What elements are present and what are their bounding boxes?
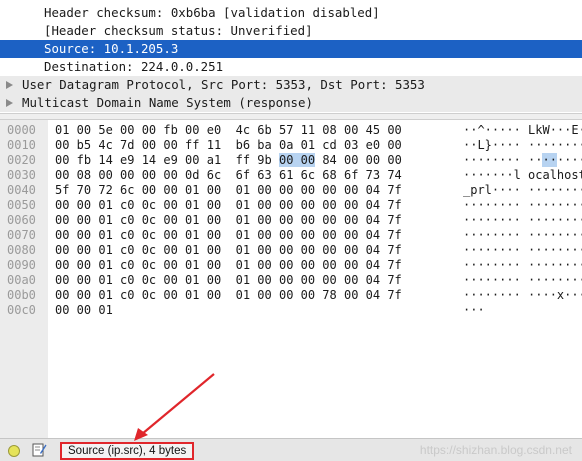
ascii-bytes[interactable]: ········ ········ xyxy=(463,258,582,273)
byte-row[interactable]: 00a0 00 00 01 c0 0c 00 01 00 01 00 00 00… xyxy=(0,273,582,288)
detail-row-header-checksum[interactable]: Header checksum: 0xb6ba [validation disa… xyxy=(0,4,582,22)
detail-text: Header checksum: 0xb6ba [validation disa… xyxy=(44,5,380,20)
detail-row-checksum-status[interactable]: [Header checksum status: Unverified] xyxy=(0,22,582,40)
byte-row[interactable]: 0010 00 b5 4c 7d 00 00 ff 11 b6 ba 0a 01… xyxy=(0,138,582,153)
ascii-bytes[interactable]: ········ ········ xyxy=(463,228,582,243)
hex-bytes[interactable]: 00 08 00 00 00 00 0d 6c 6f 63 61 6c 68 6… xyxy=(55,168,402,183)
ascii-bytes[interactable]: ········ ········ xyxy=(463,213,582,228)
hex-bytes-highlight[interactable]: 00 00 xyxy=(278,153,316,167)
ascii-bytes[interactable]: ········ ········ xyxy=(463,243,582,258)
hex-bytes[interactable]: 00 00 01 c0 0c 00 01 00 01 00 00 00 00 0… xyxy=(55,213,402,228)
byte-row[interactable]: 0060 00 00 01 c0 0c 00 01 00 01 00 00 00… xyxy=(0,213,582,228)
hex-bytes[interactable]: 01 00 5e 00 00 fb 00 e0 4c 6b 57 11 08 0… xyxy=(55,123,402,138)
offset: 00a0 xyxy=(7,273,36,287)
detail-text: User Datagram Protocol, Src Port: 5353, … xyxy=(22,77,425,92)
expand-arrow-icon[interactable] xyxy=(6,81,13,89)
detail-row-udp[interactable]: User Datagram Protocol, Src Port: 5353, … xyxy=(0,76,582,94)
ascii-bytes[interactable]: ········ ····x··· xyxy=(463,288,582,303)
byte-row[interactable]: 0000 01 00 5e 00 00 fb 00 e0 4c 6b 57 11… xyxy=(0,123,582,138)
offset: 0030 xyxy=(7,168,36,182)
detail-text: Source: 10.1.205.3 xyxy=(44,41,179,56)
expand-arrow-icon[interactable] xyxy=(6,99,13,107)
detail-row-mdns[interactable]: Multicast Domain Name System (response) xyxy=(0,94,582,112)
offset: 0080 xyxy=(7,243,36,257)
offset: 0090 xyxy=(7,258,36,272)
hex-bytes[interactable]: 00 b5 4c 7d 00 00 ff 11 b6 ba 0a 01 cd 0… xyxy=(55,138,402,153)
ascii-post: ···· xyxy=(556,153,582,167)
ascii-bytes[interactable]: ··^····· LkW···E· xyxy=(463,123,582,138)
hex-bytes[interactable]: 00 00 01 c0 0c 00 01 00 01 00 00 00 00 0… xyxy=(55,198,402,213)
detail-row-source[interactable]: Source: 10.1.205.3 xyxy=(0,40,582,58)
offset: 0060 xyxy=(7,213,36,227)
ascii-bytes[interactable]: _prl···· ········ xyxy=(463,183,582,198)
hex-bytes[interactable]: 5f 70 72 6c 00 00 01 00 01 00 00 00 00 0… xyxy=(55,183,402,198)
hex-bytes-post: 84 00 00 00 xyxy=(315,153,402,167)
offset: 00c0 xyxy=(7,303,36,317)
hex-bytes[interactable]: 00 00 01 c0 0c 00 01 00 01 00 00 00 00 0… xyxy=(55,273,402,288)
hex-bytes[interactable]: 00 00 01 c0 0c 00 01 00 01 00 00 00 00 0… xyxy=(55,228,402,243)
watermark: https://shizhan.blog.csdn.net xyxy=(419,443,572,457)
byte-row[interactable]: 0090 00 00 01 c0 0c 00 01 00 01 00 00 00… xyxy=(0,258,582,273)
ascii-bytes[interactable]: ·······l ocalhost xyxy=(463,168,582,183)
hex-bytes[interactable]: 00 00 01 c0 0c 00 01 00 01 00 00 00 00 0… xyxy=(55,258,402,273)
detail-text: Multicast Domain Name System (response) xyxy=(22,95,313,110)
byte-row[interactable]: 0030 00 08 00 00 00 00 0d 6c 6f 63 61 6c… xyxy=(0,168,582,183)
packet-details-pane: Header checksum: 0xb6ba [validation disa… xyxy=(0,0,582,114)
ascii-pre: ········ ·· xyxy=(463,153,543,167)
status-bar: Source (ip.src), 4 bytes https://shizhan… xyxy=(0,438,582,461)
ascii-bytes[interactable]: ········ ········ xyxy=(463,198,582,213)
detail-text: Destination: 224.0.0.251 xyxy=(44,59,224,74)
hex-bytes[interactable]: 00 00 01 xyxy=(55,303,113,318)
hex-bytes[interactable]: 00 00 01 c0 0c 00 01 00 01 00 00 00 00 0… xyxy=(55,243,402,258)
ascii-highlight[interactable]: ·· xyxy=(542,153,557,167)
offset: 0020 xyxy=(7,153,36,167)
hex-bytes[interactable]: 00 fb 14 e9 14 e9 00 a1 ff 9b 00 00 84 0… xyxy=(55,153,402,168)
offset: 0040 xyxy=(7,183,36,197)
ascii-bytes[interactable]: ··· xyxy=(463,303,485,318)
hex-bytes[interactable]: 00 00 01 c0 0c 00 01 00 01 00 00 00 78 0… xyxy=(55,288,402,303)
hex-bytes-pre: 00 fb 14 e9 14 e9 00 a1 ff 9b xyxy=(55,153,279,167)
byte-row[interactable]: 00b0 00 00 01 c0 0c 00 01 00 01 00 00 00… xyxy=(0,288,582,303)
byte-row[interactable]: 0020 00 fb 14 e9 14 e9 00 a1 ff 9b 00 00… xyxy=(0,153,582,168)
status-field-info: Source (ip.src), 4 bytes xyxy=(60,442,195,460)
ascii-bytes[interactable]: ········ ········ xyxy=(463,273,582,288)
byte-row[interactable]: 0080 00 00 01 c0 0c 00 01 00 01 00 00 00… xyxy=(0,243,582,258)
edit-comment-icon[interactable] xyxy=(32,442,47,457)
byte-row[interactable]: 00c0 00 00 01 ··· xyxy=(0,303,582,318)
byte-row[interactable]: 0070 00 00 01 c0 0c 00 01 00 01 00 00 00… xyxy=(0,228,582,243)
packet-bytes-pane: 0000 01 00 5e 00 00 fb 00 e0 4c 6b 57 11… xyxy=(0,120,582,438)
offset: 0000 xyxy=(7,123,36,137)
offset: 0050 xyxy=(7,198,36,212)
detail-text: [Header checksum status: Unverified] xyxy=(44,23,313,38)
expert-info-led-icon[interactable] xyxy=(8,445,20,457)
detail-row-destination[interactable]: Destination: 224.0.0.251 xyxy=(0,58,582,76)
offset: 00b0 xyxy=(7,288,36,302)
ascii-bytes[interactable]: ········ ········ xyxy=(463,153,582,168)
ascii-bytes[interactable]: ··L}···· ········ xyxy=(463,138,582,153)
byte-row[interactable]: 0040 5f 70 72 6c 00 00 01 00 01 00 00 00… xyxy=(0,183,582,198)
offset: 0010 xyxy=(7,138,36,152)
byte-row[interactable]: 0050 00 00 01 c0 0c 00 01 00 01 00 00 00… xyxy=(0,198,582,213)
pane-splitter[interactable] xyxy=(0,113,582,120)
offset: 0070 xyxy=(7,228,36,242)
